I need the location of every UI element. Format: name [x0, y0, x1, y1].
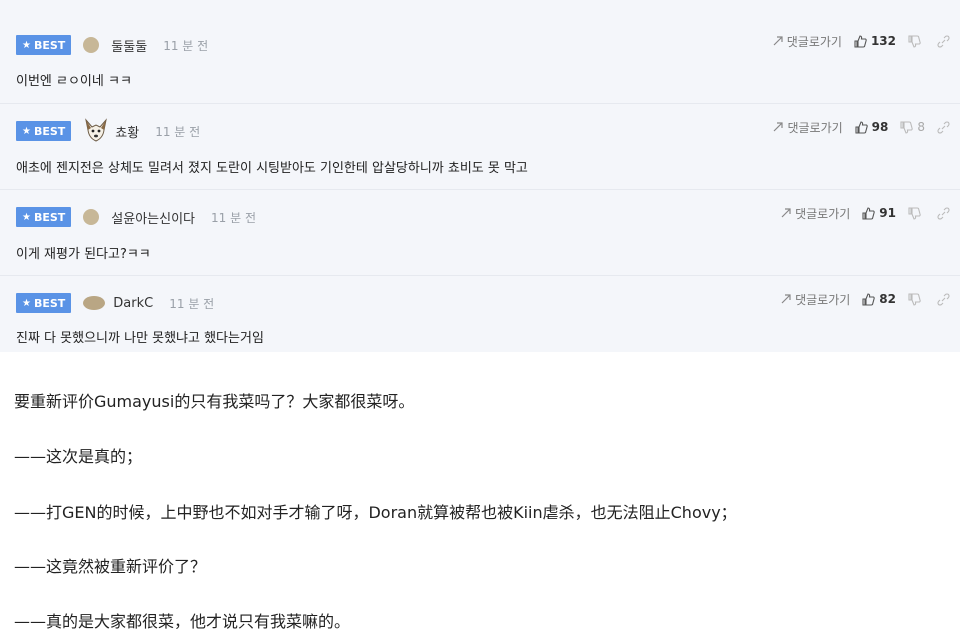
star-icon: ★: [22, 297, 31, 309]
reply-label: 댓글로가기: [795, 206, 851, 221]
dislike-button[interactable]: 8: [900, 120, 925, 134]
reply-arrow-icon: [781, 208, 791, 218]
reply-link[interactable]: 댓글로가기: [781, 291, 850, 308]
comment-time: 11 분 전: [169, 296, 215, 311]
link-icon: [937, 34, 950, 48]
reply-arrow-icon: [781, 294, 791, 304]
comment-item: ★ BEST 둘둘둘 11 분 전 이번엔 ㄹㅇ이네 ㅋㅋ 댓글로가기 132: [0, 0, 960, 104]
comment-text: 애초에 젠지전은 상체도 밀려서 졌지 도란이 시팅받아도 기인한테 압살당하니…: [16, 161, 528, 176]
thumbs-up-icon: [855, 120, 868, 134]
reply-link[interactable]: 댓글로가기: [773, 119, 843, 136]
share-button[interactable]: [937, 120, 954, 134]
link-icon: [937, 292, 950, 306]
like-count: 132: [870, 34, 896, 48]
link-icon: [937, 206, 950, 220]
comment-time: 11 분 전: [163, 38, 209, 53]
star-icon: ★: [22, 125, 31, 137]
comment-meta: ★ BEST 쵸황 11 분 전: [16, 118, 201, 144]
comment-item: ★ BEST DarkC 11 분 전 진짜 다 못했으니까 나만 못했냐고 했다…: [0, 275, 960, 352]
article-paragraph: ——这竟然被重新评价了？: [14, 557, 207, 576]
comment-time: 11 분 전: [211, 210, 257, 225]
link-icon: [937, 120, 950, 134]
comment-meta: ★ BEST 둘둘둘 11 분 전: [16, 34, 208, 56]
comment-time: 11 분 전: [155, 124, 201, 139]
comment-meta: ★ BEST 설윤아는신이다 11 분 전: [16, 206, 256, 228]
like-count: 98: [871, 120, 889, 134]
comment-item: ★ BEST 설윤아는신이다 11 분 전 이게 재평가 된다고?ㅋㅋ 댓글로가기…: [0, 189, 960, 276]
avatar[interactable]: [83, 296, 106, 310]
like-button[interactable]: 91: [862, 206, 896, 220]
thumbs-down-icon: [908, 34, 921, 48]
comment-item: ★ BEST 쵸황 11 분 전 애초에 젠지전은 상체도 밀려서 졌지 도란이 …: [0, 103, 960, 190]
dislike-button[interactable]: [908, 206, 925, 220]
avatar[interactable]: [83, 209, 100, 225]
dislike-button[interactable]: [908, 292, 925, 306]
like-count: 91: [879, 206, 896, 220]
best-badge: ★ BEST: [16, 293, 72, 313]
reply-arrow-icon: [773, 36, 783, 46]
share-button[interactable]: [937, 34, 954, 48]
like-button[interactable]: 132: [854, 34, 896, 48]
comment-text: 이게 재평가 된다고?ㅋㅋ: [16, 247, 151, 262]
comment-actions: 댓글로가기 82: [769, 288, 954, 310]
best-badge: ★ BEST: [16, 207, 72, 227]
thumbs-down-icon: [908, 292, 921, 306]
share-button[interactable]: [937, 292, 954, 306]
comment-actions: 댓글로가기 91: [769, 202, 954, 224]
reply-link[interactable]: 댓글로가기: [773, 33, 842, 50]
article-paragraph: 要重新评价Gumayusi的只有我菜吗了？大家都很菜呀。: [14, 392, 415, 411]
dog-avatar-icon[interactable]: [83, 118, 109, 144]
comment-meta: ★ BEST DarkC 11 분 전: [16, 292, 214, 314]
reply-arrow-icon: [774, 122, 784, 132]
article-paragraph: ——这次是真的；: [14, 447, 143, 466]
comment-author[interactable]: 둘둘둘: [111, 36, 147, 55]
like-count: 82: [879, 292, 896, 306]
star-icon: ★: [22, 211, 31, 223]
article-paragraph: ——打GEN的时候，上中野也不如对手才输了呀，Doran就算被帮也被Kiin虐杀…: [14, 503, 737, 522]
thumbs-up-icon: [862, 292, 876, 306]
comment-author[interactable]: 설윤아는신이다: [111, 208, 195, 227]
reply-link[interactable]: 댓글로가기: [781, 205, 850, 222]
avatar[interactable]: [83, 37, 100, 53]
dislike-button[interactable]: [908, 34, 925, 48]
reply-label: 댓글로가기: [795, 292, 851, 307]
comment-text: 이번엔 ㄹㅇ이네 ㅋㅋ: [16, 74, 132, 89]
comment-actions: 댓글로가기 132: [761, 30, 954, 52]
reply-label: 댓글로가기: [787, 120, 843, 135]
best-comments-panel: ★BEST 둘둘둘 11 분 전 이번엔 ㄹㅇ이네 ㅋㅋ 댓글로가기 132: [0, 0, 960, 352]
like-button[interactable]: 98: [855, 120, 889, 134]
share-button[interactable]: [937, 206, 954, 220]
dislike-count: 8: [917, 120, 925, 134]
like-button[interactable]: 82: [862, 292, 896, 306]
best-badge: ★ BEST: [16, 35, 72, 55]
article-paragraph: ——真的是大家都很菜，他才说只有我菜嘛的。: [14, 612, 351, 631]
comment-actions: 댓글로가기 98 8: [761, 116, 954, 138]
comment-author[interactable]: 쵸황: [115, 122, 139, 141]
thumbs-down-icon: [908, 206, 921, 220]
thumbs-down-icon: [900, 120, 914, 134]
star-icon: ★: [22, 39, 31, 51]
reply-label: 댓글로가기: [786, 34, 842, 49]
best-badge: ★ BEST: [16, 121, 72, 141]
thumbs-up-icon: [862, 206, 876, 220]
thumbs-up-icon: [854, 34, 867, 48]
comment-text: 진짜 다 못했으니까 나만 못했냐고 했다는거임: [16, 331, 264, 346]
comment-author[interactable]: DarkC: [113, 296, 153, 311]
